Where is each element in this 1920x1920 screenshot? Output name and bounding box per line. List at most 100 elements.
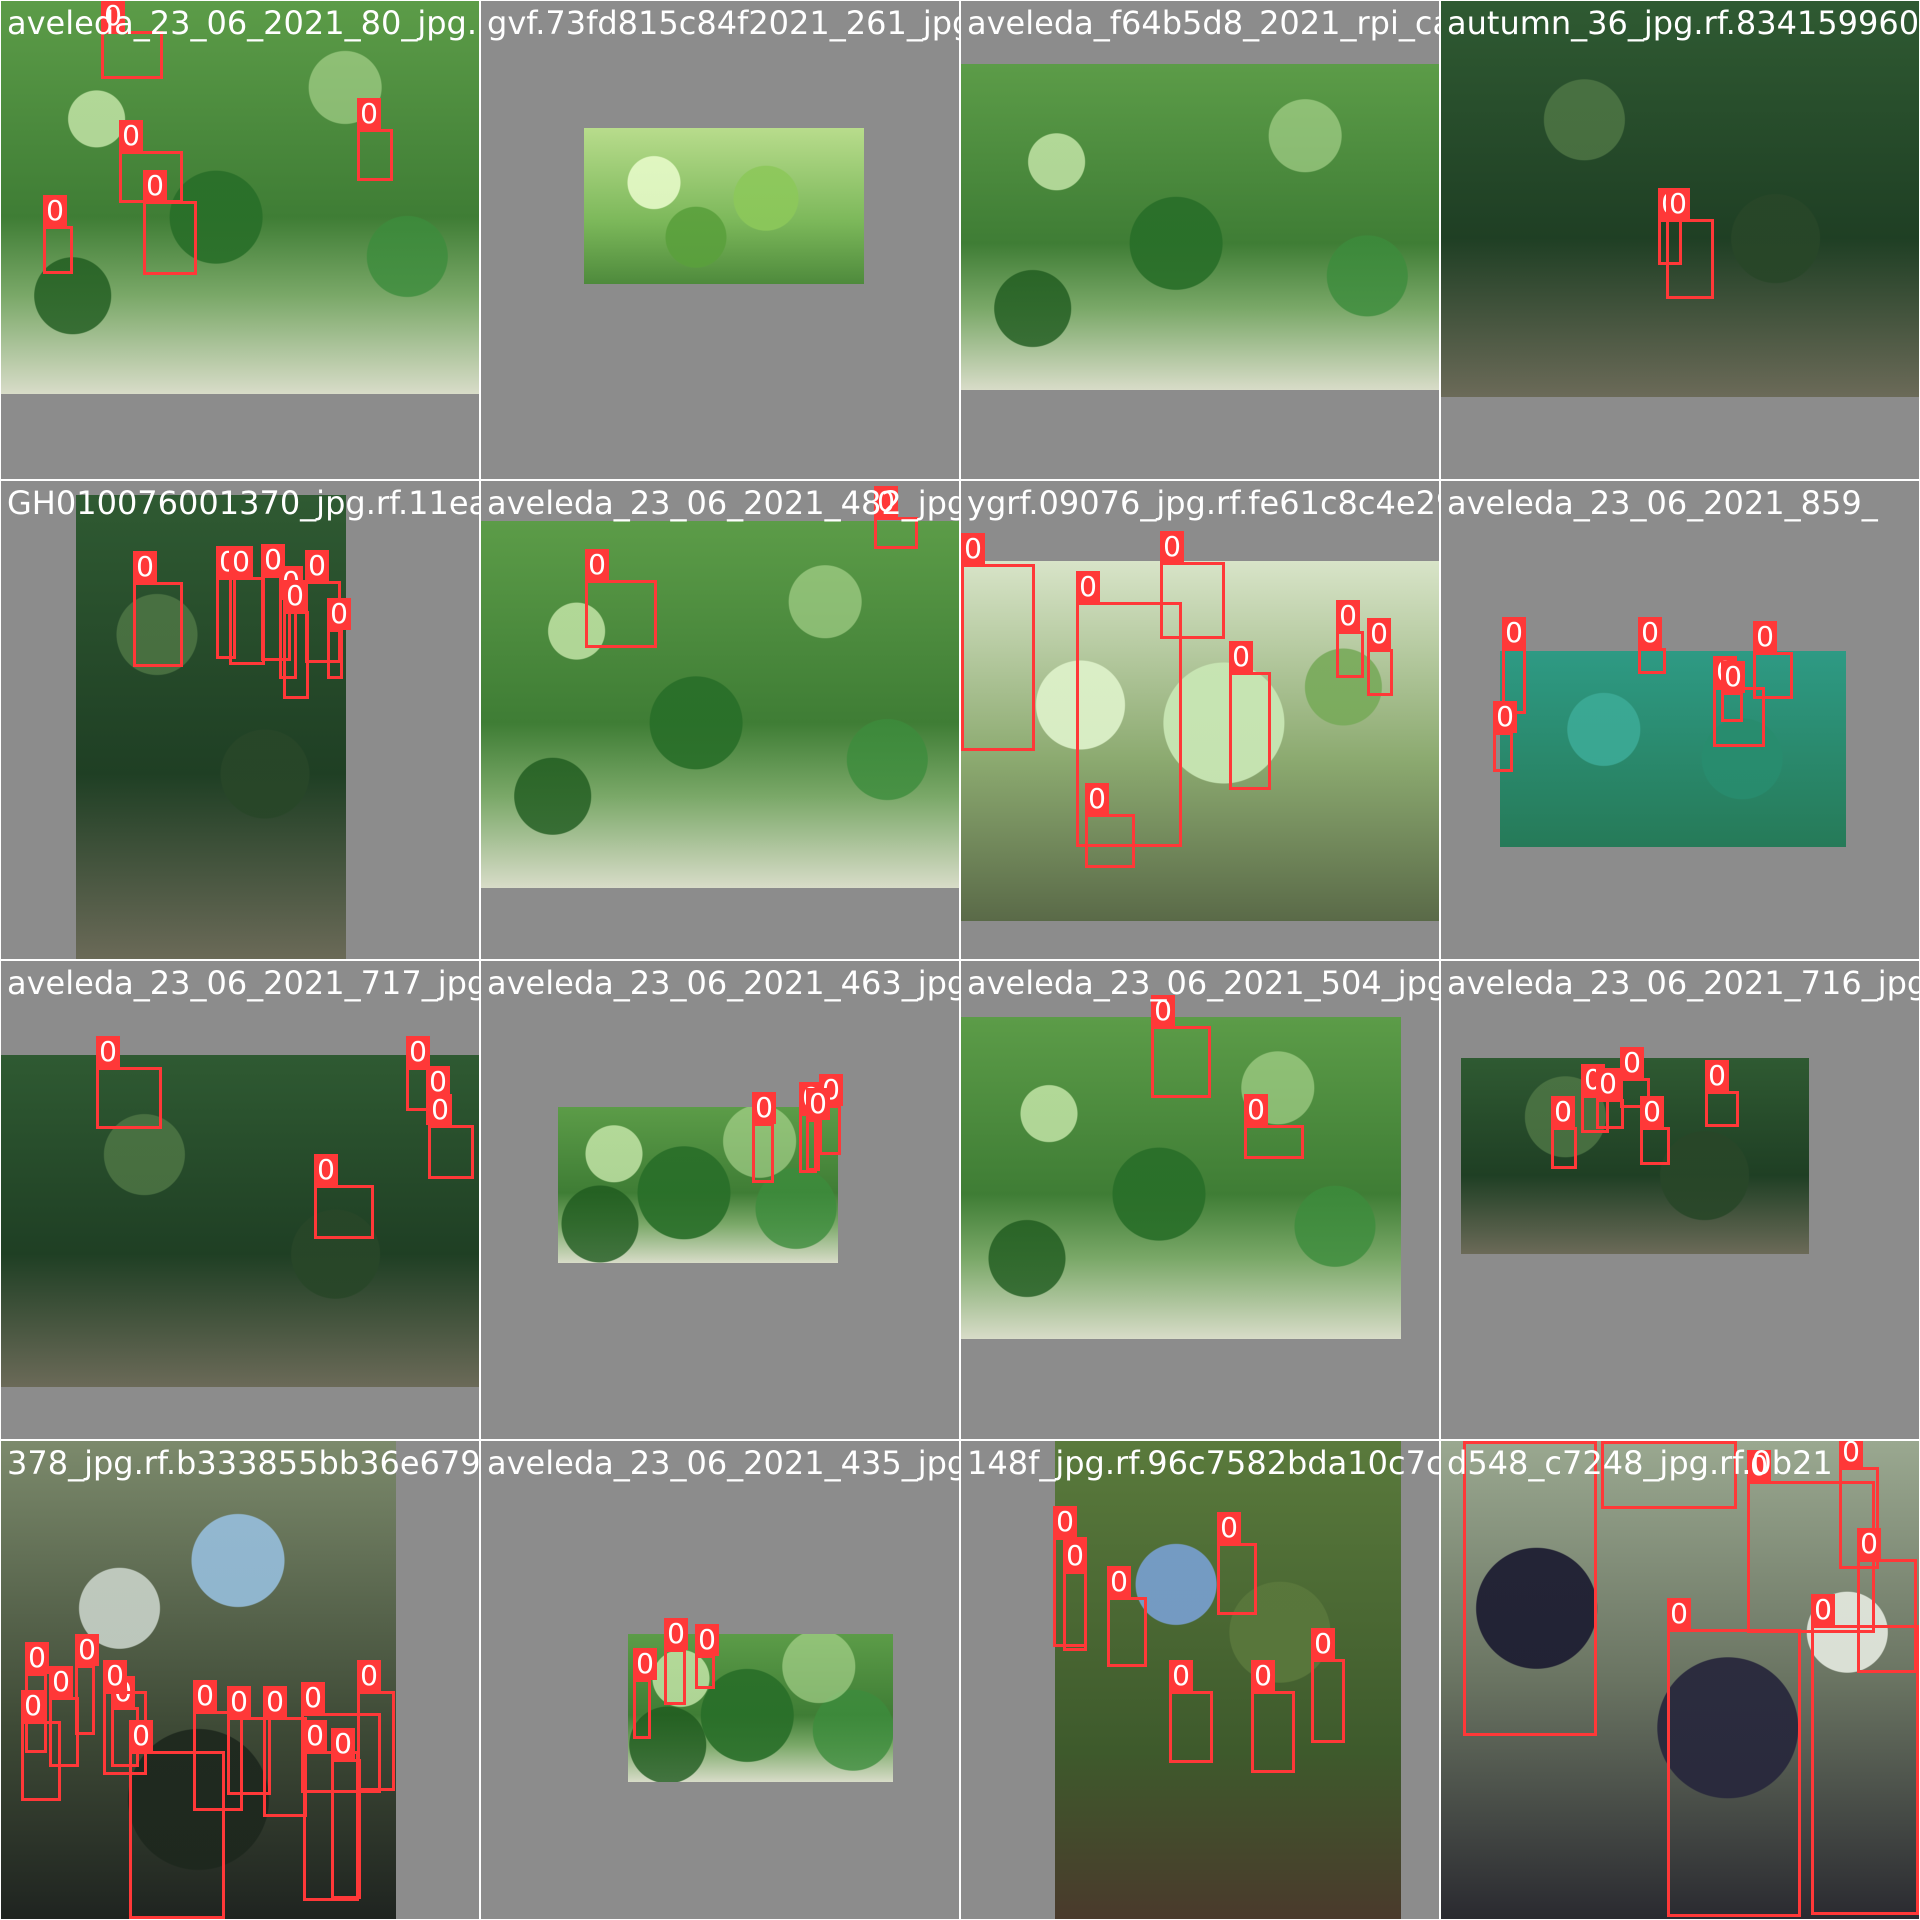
class-label: 0 xyxy=(1638,617,1662,649)
grape-bounding-box: 0 xyxy=(1229,641,1271,790)
detection-tile: 00000000GH010076001370_jpg.rf.11ea7bf209… xyxy=(1,481,479,959)
class-label: 0 xyxy=(1753,621,1777,653)
grape-bounding-box: 0 xyxy=(229,546,265,665)
class-label: 0 xyxy=(406,1036,430,1068)
grape-bounding-box: 0 xyxy=(1367,618,1393,696)
class-label: 0 xyxy=(303,1720,327,1752)
grape-bounding-box: 0 xyxy=(1063,1540,1087,1651)
tile-filename: ygrf.09076_jpg.rf.fe61c8c4e2930fb873c26_… xyxy=(967,484,1439,522)
grape-bounding-box: 0 xyxy=(357,98,393,181)
vineyard-photo xyxy=(558,1107,838,1263)
grape-bounding-box: 0 xyxy=(961,533,1035,751)
grape-bounding-box: 0 xyxy=(314,1154,374,1239)
class-label: 0 xyxy=(1085,783,1109,815)
class-label: 0 xyxy=(75,1634,99,1666)
class-label: 0 xyxy=(143,170,167,202)
grape-bounding-box: 0 xyxy=(633,1648,657,1739)
class-label: 0 xyxy=(43,195,67,227)
vineyard-photo xyxy=(481,521,959,888)
detection-tile: 000000aveleda_23_06_2021_859_ xyxy=(1441,481,1919,959)
class-label: 0 xyxy=(1811,1594,1835,1626)
vineyard-photo xyxy=(1,1,479,394)
detection-tile: 0000000ygrf.09076_jpg.rf.fe61c8c4e2930fb… xyxy=(961,481,1439,959)
class-label: 0 xyxy=(1229,641,1253,673)
grape-bounding-box: 0 xyxy=(357,1660,395,1791)
tile-filename: 378_jpg.rf.b333855bb36e67950e2c4298f1 xyxy=(7,1444,479,1482)
class-label: 0 xyxy=(1367,618,1391,650)
tile-filename: aveleda_23_06_2021_716_jpg.rf.4b9296f00 xyxy=(1447,964,1919,1002)
class-label: 0 xyxy=(301,1682,325,1714)
class-label: 0 xyxy=(1107,1566,1131,1598)
grape-bounding-box: 0 xyxy=(1705,1060,1739,1127)
grape-bounding-box: 0 xyxy=(695,1624,719,1689)
class-label: 0 xyxy=(314,1154,338,1186)
grape-bounding-box: 0 xyxy=(1638,617,1666,674)
grape-bounding-box: 0 xyxy=(664,1618,688,1705)
grape-bounding-box: 0 xyxy=(1160,531,1225,639)
grape-bounding-box: 0 xyxy=(1463,1441,1597,1736)
grape-bounding-box: 0 xyxy=(43,195,73,274)
grape-bounding-box: 0 xyxy=(428,1094,474,1179)
class-label: 0 xyxy=(227,1686,251,1718)
grape-bounding-box: 0 xyxy=(1493,701,1517,772)
class-label: 0 xyxy=(1217,1512,1241,1544)
grape-bounding-box: 0 xyxy=(806,1088,830,1171)
detection-tile: 00autumn_36_jpg.rf.834159960 xyxy=(1441,1,1919,479)
detection-tile: gvf.73fd815c84f2021_261_jpg.rf.7da2ef64b… xyxy=(481,1,959,479)
grape-bounding-box: 0 xyxy=(133,551,183,667)
grape-bounding-box: 0 xyxy=(585,549,657,648)
class-label: 0 xyxy=(119,120,143,152)
grape-bounding-box: 0 xyxy=(283,580,309,699)
class-label: 0 xyxy=(49,1666,73,1698)
grape-bounding-box: 0 xyxy=(96,1036,162,1129)
class-label: 0 xyxy=(1857,1528,1881,1560)
class-label: 0 xyxy=(21,1690,45,1722)
class-label: 0 xyxy=(357,98,381,130)
class-label: 0 xyxy=(752,1092,776,1124)
grape-bounding-box: 0 xyxy=(1596,1068,1624,1129)
class-label: 0 xyxy=(1076,571,1100,603)
class-label: 0 xyxy=(1311,1628,1335,1660)
tile-filename: aveleda_23_06_2021_859_ xyxy=(1447,484,1878,522)
tile-filename: gvf.73fd815c84f2021_261_jpg.rf.7da2ef64b… xyxy=(487,4,959,42)
tile-filename: 148f_jpg.rf.96c7582bda10c7c8fc xyxy=(967,1444,1439,1482)
vineyard-photo xyxy=(584,128,864,284)
class-label: 0 xyxy=(1244,1094,1268,1126)
detection-tile: 00aveleda_23_06_2021_504_jpg.rf.7f92396b xyxy=(961,961,1439,1439)
class-label: 0 xyxy=(1251,1660,1275,1692)
class-label: 0 xyxy=(1601,1441,1625,1442)
class-label: 0 xyxy=(1502,617,1526,649)
class-label: 0 xyxy=(428,1094,452,1126)
grape-bounding-box: 0 xyxy=(1721,661,1745,722)
tile-filename: aveleda_23_06_2021_504_jpg.rf.7f92396b xyxy=(967,964,1439,1002)
grape-bounding-box: 0 xyxy=(143,170,197,275)
class-label: 0 xyxy=(25,1642,49,1674)
grape-bounding-box: 0 xyxy=(1107,1566,1147,1667)
class-label: 0 xyxy=(695,1624,719,1656)
detection-tile: 0000000d548_c7248_jpg.rf.0b21 xyxy=(1441,1441,1919,1919)
tile-filename: aveleda_f64b5d8_2021_rpi_camera xyxy=(967,4,1439,42)
class-label: 0 xyxy=(133,551,157,583)
class-label: 0 xyxy=(327,598,351,630)
vineyard-photo xyxy=(1500,651,1846,847)
class-label: 0 xyxy=(664,1618,688,1650)
detection-mosaic: 00000aveleda_23_06_2021_80_jpg.rf.73fd81… xyxy=(0,0,1920,1920)
detection-tile: 000000aveleda_23_06_2021_716_jpg.rf.4b92… xyxy=(1441,961,1919,1439)
class-label: 0 xyxy=(1551,1096,1575,1128)
detection-tile: 00000000000000378_jpg.rf.b333855bb36e679… xyxy=(1,1441,479,1919)
class-label: 0 xyxy=(1721,661,1745,693)
class-label: 0 xyxy=(1463,1441,1487,1442)
class-label: 0 xyxy=(1169,1660,1193,1692)
class-label: 0 xyxy=(1666,188,1690,220)
class-label: 0 xyxy=(1640,1096,1664,1128)
grape-bounding-box: 0 xyxy=(1666,188,1714,299)
class-label: 0 xyxy=(961,533,985,565)
tile-filename: autumn_36_jpg.rf.834159960 xyxy=(1447,4,1919,42)
grape-bounding-box: 0 xyxy=(1169,1660,1213,1763)
detection-tile: 0 0 0 aveleda_23_06_2021_435_jpg xyxy=(481,1441,959,1919)
grape-bounding-box: 0 xyxy=(1551,1096,1577,1169)
class-label: 0 xyxy=(129,1720,153,1752)
detection-tile: 0 0 aveleda_23_06_2021_482_jpg xyxy=(481,481,959,959)
class-label: 0 xyxy=(1063,1540,1087,1572)
class-label: 0 xyxy=(1705,1060,1729,1092)
